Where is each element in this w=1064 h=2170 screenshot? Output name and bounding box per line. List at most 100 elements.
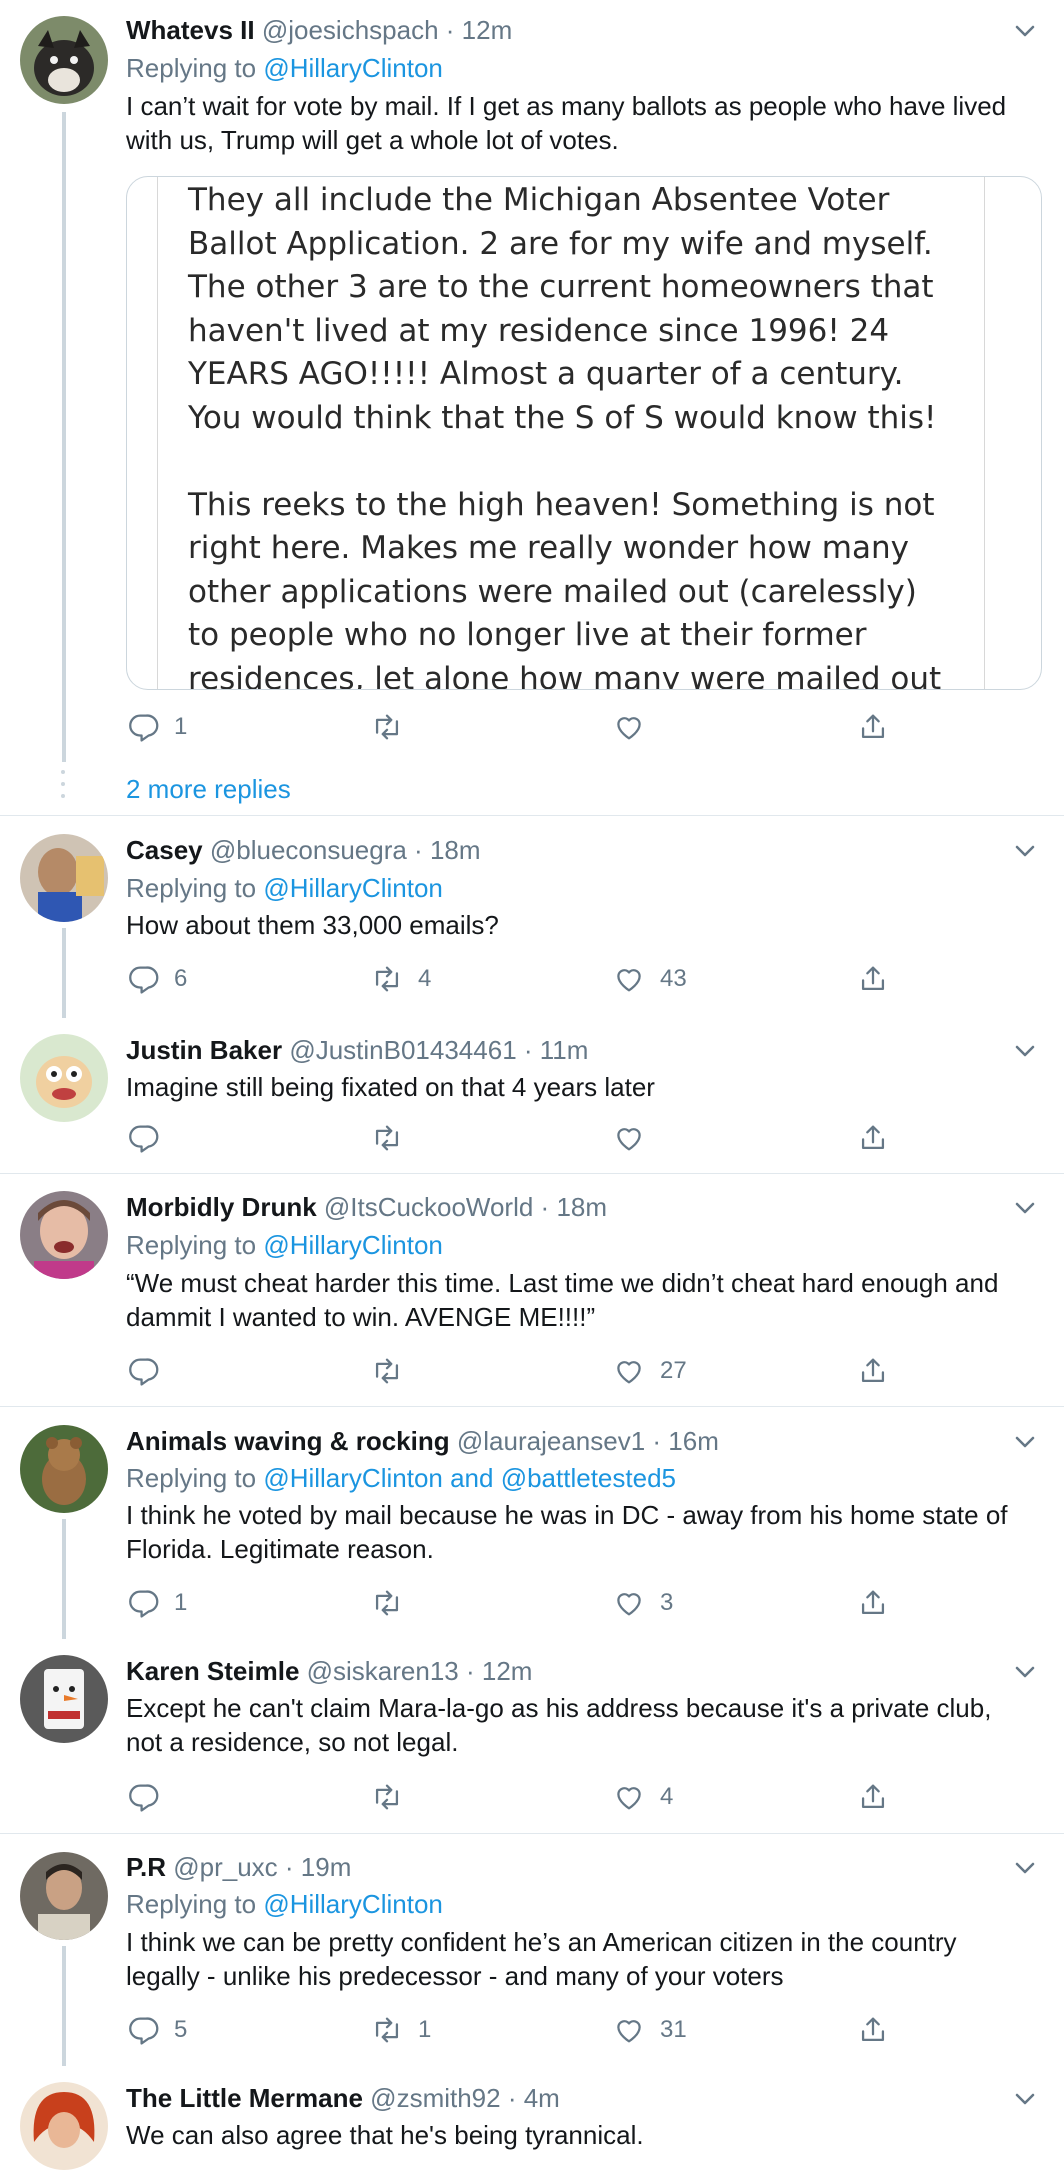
- display-name[interactable]: Karen Steimle: [126, 1656, 299, 1686]
- retweet-icon: [375, 1590, 399, 1616]
- avatar[interactable]: [20, 1852, 108, 1940]
- like-count: 43: [660, 965, 687, 992]
- quoted-image[interactable]: They all include the Michigan Absentee V…: [126, 176, 1042, 690]
- share-button[interactable]: [856, 1583, 890, 1623]
- avatar[interactable]: [20, 1191, 108, 1279]
- separator: ·: [533, 1192, 557, 1222]
- tweet-header: Casey @blueconsuegra · 18m: [126, 834, 1004, 866]
- like-icon: [617, 1593, 641, 1616]
- display-name[interactable]: Justin Baker: [126, 1035, 282, 1065]
- tweet-text: How about them 33,000 emails?: [126, 910, 499, 940]
- mention-link[interactable]: @HillaryClinton: [263, 1889, 443, 1919]
- like-button[interactable]: 27: [612, 1351, 687, 1391]
- tweet-animals-waving[interactable]: Animals waving & rocking @laurajeansev1 …: [0, 1407, 1064, 1639]
- avatar[interactable]: [20, 2082, 108, 2170]
- reply-button[interactable]: [126, 1118, 174, 1158]
- share-button[interactable]: [856, 707, 890, 747]
- chevron-down-icon[interactable]: [1010, 16, 1040, 46]
- reply-button[interactable]: 6: [126, 959, 187, 999]
- avatar[interactable]: [20, 16, 108, 104]
- retweet-button[interactable]: 4: [370, 959, 431, 999]
- retweet-button[interactable]: [370, 1777, 418, 1817]
- timestamp[interactable]: 18m: [556, 1192, 607, 1222]
- user-handle[interactable]: @laurajeansev1: [457, 1426, 645, 1456]
- like-button[interactable]: 3: [612, 1583, 673, 1623]
- tweet-text: “We must cheat harder this time. Last ti…: [126, 1268, 999, 1332]
- reply-button[interactable]: 5: [126, 2010, 187, 2050]
- mention-link[interactable]: @HillaryClinton: [263, 873, 443, 903]
- mention-link-2[interactable]: @battletested5: [501, 1463, 676, 1493]
- mention-link[interactable]: @HillaryClinton: [263, 1230, 443, 1260]
- reply-button[interactable]: 1: [126, 707, 187, 747]
- tweet-morbidly-drunk[interactable]: Morbidly Drunk @ItsCuckooWorld · 18m Rep…: [0, 1174, 1064, 1406]
- chevron-down-icon[interactable]: [1010, 1427, 1040, 1457]
- chevron-down-icon[interactable]: [1010, 1657, 1040, 1687]
- like-button[interactable]: [612, 707, 660, 747]
- reply-button[interactable]: 1: [126, 1583, 187, 1623]
- like-button[interactable]: 31: [612, 2010, 687, 2050]
- replying-to: Replying to @HillaryClinton: [126, 1889, 443, 1919]
- tweet-actions: 27: [126, 1351, 946, 1391]
- timestamp[interactable]: 18m: [430, 835, 481, 865]
- like-button[interactable]: 43: [612, 959, 687, 999]
- like-button[interactable]: [612, 1118, 660, 1158]
- share-button[interactable]: [856, 1777, 890, 1817]
- avatar[interactable]: [20, 1034, 108, 1122]
- tweet-little-mermane[interactable]: The Little Mermane @zsmith92 · 4m We can…: [0, 2064, 1064, 2170]
- share-button[interactable]: [856, 2010, 890, 2050]
- tweet-header: Morbidly Drunk @ItsCuckooWorld · 18m: [126, 1191, 1004, 1223]
- retweet-button[interactable]: 1: [370, 2010, 431, 2050]
- chevron-down-icon[interactable]: [1010, 1036, 1040, 1066]
- retweet-button[interactable]: [370, 1583, 418, 1623]
- chevron-down-icon[interactable]: [1010, 2084, 1040, 2114]
- share-button[interactable]: [856, 1118, 890, 1158]
- timestamp[interactable]: 16m: [668, 1426, 719, 1456]
- user-handle[interactable]: @pr_uxc: [173, 1852, 277, 1882]
- tweet-justin-baker[interactable]: Justin Baker @JustinB01434461 · 11m Imag…: [0, 1016, 1064, 1173]
- mention-link[interactable]: @HillaryClinton: [263, 53, 443, 83]
- chevron-down-icon[interactable]: [1010, 836, 1040, 866]
- display-name[interactable]: Casey: [126, 835, 203, 865]
- tweet-karen-steimle[interactable]: Karen Steimle @siskaren13 · 12m Except h…: [0, 1637, 1064, 1833]
- retweet-button[interactable]: [370, 707, 418, 747]
- user-handle[interactable]: @JustinB01434461: [289, 1035, 516, 1065]
- mention-link[interactable]: @HillaryClinton: [263, 1463, 443, 1493]
- timestamp[interactable]: 4m: [524, 2083, 560, 2113]
- user-handle[interactable]: @blueconsuegra: [210, 835, 407, 865]
- reply-button[interactable]: [126, 1777, 174, 1817]
- display-name[interactable]: Whatevs II: [126, 15, 255, 45]
- timestamp[interactable]: 12m: [482, 1656, 533, 1686]
- avatar[interactable]: [20, 834, 108, 922]
- display-name[interactable]: P.R: [126, 1852, 166, 1882]
- like-button[interactable]: 4: [612, 1777, 673, 1817]
- tweet-whatevs[interactable]: Whatevs II @joesichspach · 12m Replying …: [0, 0, 1064, 815]
- share-icon: [861, 1125, 885, 1150]
- user-handle[interactable]: @joesichspach: [262, 15, 439, 45]
- display-name[interactable]: Morbidly Drunk: [126, 1192, 317, 1222]
- timestamp[interactable]: 11m: [540, 1035, 589, 1065]
- retweet-button[interactable]: [370, 1118, 418, 1158]
- share-button[interactable]: [856, 959, 890, 999]
- reply-count: 1: [174, 1589, 188, 1616]
- avatar[interactable]: [20, 1425, 108, 1513]
- timestamp[interactable]: 19m: [301, 1852, 352, 1882]
- timestamp[interactable]: 12m: [462, 15, 513, 45]
- display-name[interactable]: The Little Mermane: [126, 2083, 363, 2113]
- display-name[interactable]: Animals waving & rocking: [126, 1426, 450, 1456]
- retweet-button[interactable]: [370, 1351, 418, 1391]
- share-icon: [861, 1784, 885, 1809]
- more-replies-link[interactable]: 2 more replies: [126, 773, 291, 805]
- chevron-down-icon[interactable]: [1010, 1193, 1040, 1223]
- tweet-actions: 6 4 43: [126, 959, 946, 999]
- tweet-pr[interactable]: P.R @pr_uxc · 19m Replying to @HillaryCl…: [0, 1834, 1064, 2066]
- user-handle[interactable]: @siskaren13: [307, 1656, 459, 1686]
- retweet-icon: [375, 1358, 399, 1384]
- chevron-down-icon[interactable]: [1010, 1853, 1040, 1883]
- tweet-casey[interactable]: Casey @blueconsuegra · 18m Replying to @…: [0, 816, 1064, 1018]
- share-button[interactable]: [856, 1351, 890, 1391]
- user-handle[interactable]: @zsmith92: [370, 2083, 500, 2113]
- reply-button[interactable]: [126, 1351, 174, 1391]
- user-handle[interactable]: @ItsCuckooWorld: [324, 1192, 533, 1222]
- avatar[interactable]: [20, 1655, 108, 1743]
- quoted-image-text: They all include the Michigan Absentee V…: [188, 182, 942, 689]
